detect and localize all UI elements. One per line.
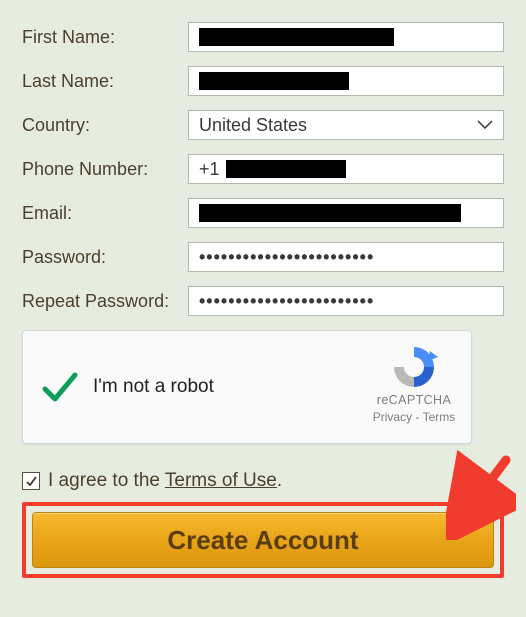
redacted-value bbox=[226, 160, 346, 178]
phone-input[interactable]: +1 bbox=[188, 154, 504, 184]
recaptcha-logo-icon bbox=[390, 343, 438, 391]
label-first-name: First Name: bbox=[22, 27, 188, 48]
row-repeat-password: Repeat Password: •••••••••••••••••••••••… bbox=[22, 286, 504, 316]
create-account-button[interactable]: Create Account bbox=[32, 512, 494, 568]
redacted-value bbox=[199, 204, 461, 222]
phone-prefix: +1 bbox=[199, 159, 220, 180]
agree-row: I agree to the Terms of Use. bbox=[22, 470, 504, 492]
recaptcha-privacy-link[interactable]: Privacy bbox=[373, 410, 412, 424]
label-last-name: Last Name: bbox=[22, 71, 188, 92]
row-country: Country: United States bbox=[22, 110, 504, 140]
recaptcha-branding: reCAPTCHA Privacy - Terms bbox=[371, 343, 457, 424]
row-first-name: First Name: bbox=[22, 22, 504, 52]
row-password: Password: •••••••••••••••••••••••• bbox=[22, 242, 504, 272]
label-email: Email: bbox=[22, 203, 188, 224]
password-value: •••••••••••••••••••••••• bbox=[199, 247, 374, 268]
email-input[interactable] bbox=[188, 198, 504, 228]
recaptcha-label: I'm not a robot bbox=[93, 376, 214, 398]
redacted-value bbox=[199, 72, 349, 90]
label-phone: Phone Number: bbox=[22, 159, 188, 180]
row-phone: Phone Number: +1 bbox=[22, 154, 504, 184]
recaptcha-terms-link[interactable]: Terms bbox=[423, 410, 456, 424]
password-input[interactable]: •••••••••••••••••••••••• bbox=[188, 242, 504, 272]
chevron-down-icon bbox=[477, 120, 493, 130]
agree-text: I agree to the Terms of Use. bbox=[48, 470, 282, 492]
repeat-password-value: •••••••••••••••••••••••• bbox=[199, 291, 374, 312]
agree-checkbox[interactable] bbox=[22, 472, 40, 490]
country-select[interactable]: United States bbox=[188, 110, 504, 140]
label-repeat-password: Repeat Password: bbox=[22, 291, 188, 312]
recaptcha-brand-text: reCAPTCHA bbox=[371, 393, 457, 407]
last-name-input[interactable] bbox=[188, 66, 504, 96]
terms-of-use-link[interactable]: Terms of Use bbox=[165, 470, 277, 491]
row-last-name: Last Name: bbox=[22, 66, 504, 96]
dash: - bbox=[412, 410, 422, 424]
check-icon bbox=[25, 475, 38, 488]
annotation-highlight: Create Account bbox=[22, 502, 504, 578]
recaptcha-widget[interactable]: I'm not a robot reCAPTCHA Privacy - Term… bbox=[22, 330, 472, 444]
repeat-password-input[interactable]: •••••••••••••••••••••••• bbox=[188, 286, 504, 316]
label-password: Password: bbox=[22, 247, 188, 268]
label-country: Country: bbox=[22, 115, 188, 136]
row-email: Email: bbox=[22, 198, 504, 228]
country-value: United States bbox=[199, 115, 307, 136]
first-name-input[interactable] bbox=[188, 22, 504, 52]
redacted-value bbox=[199, 28, 394, 46]
recaptcha-checkmark-icon bbox=[39, 367, 79, 407]
